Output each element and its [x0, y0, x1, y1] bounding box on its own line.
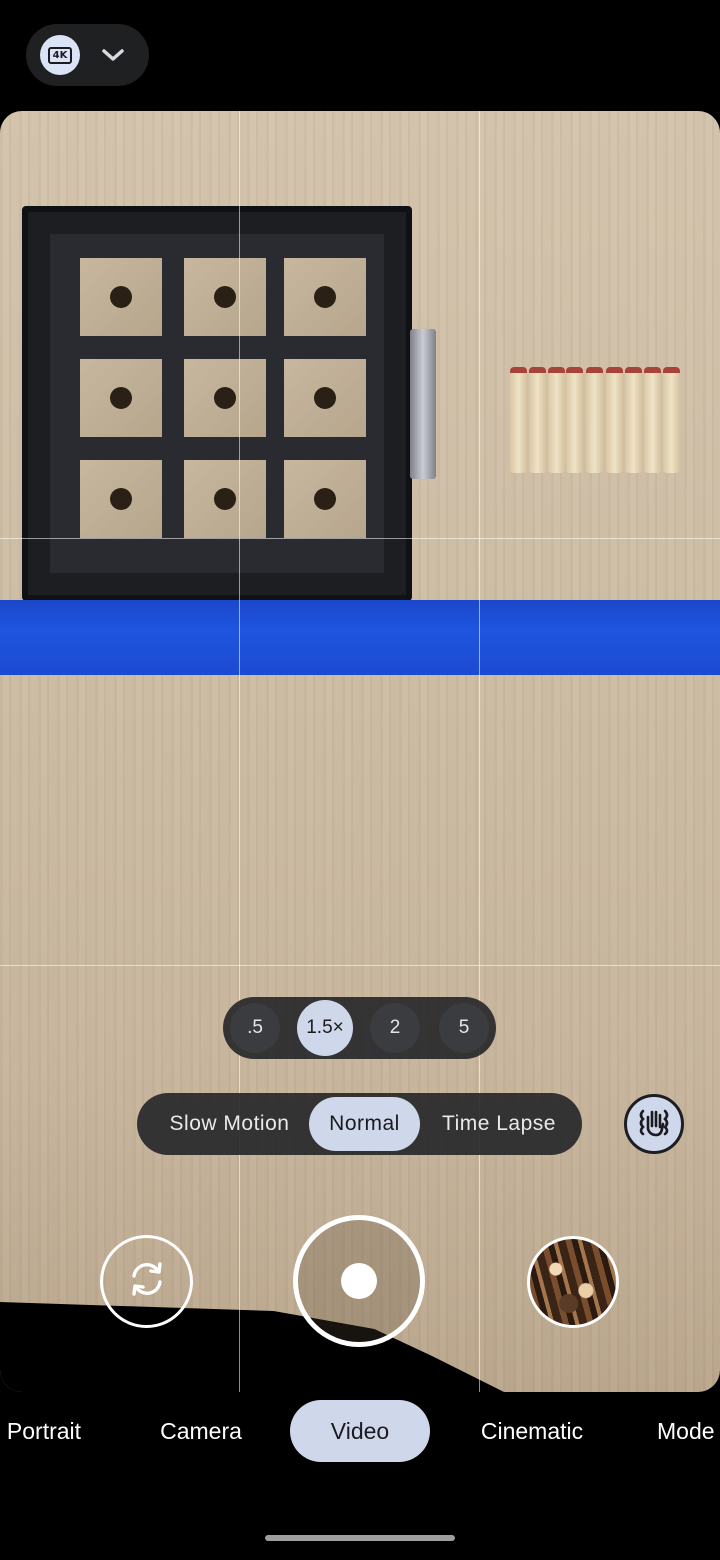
resolution-label: 4K	[47, 46, 73, 64]
speed-option-time-lapse[interactable]: Time Lapse	[423, 1097, 575, 1151]
grid-line	[239, 111, 240, 1392]
mode-carousel: Portrait Camera Video Cinematic Mode	[0, 1400, 720, 1464]
switch-camera-button[interactable]	[100, 1235, 193, 1328]
mode-camera[interactable]: Camera	[145, 1400, 257, 1462]
speed-option-slow-motion[interactable]: Slow Motion	[147, 1097, 312, 1151]
home-indicator[interactable]	[265, 1535, 455, 1541]
speed-selector: Slow Motion Normal Time Lapse	[137, 1093, 582, 1155]
grid-line	[479, 111, 480, 1392]
resolution-badge: 4K	[40, 35, 80, 75]
switch-camera-icon	[123, 1255, 171, 1308]
mode-more[interactable]: Mode	[657, 1400, 720, 1462]
zoom-option-0.5x[interactable]: .5	[230, 1003, 280, 1053]
zoom-option-1.5x[interactable]: 1.5×	[297, 1000, 353, 1056]
mode-cinematic[interactable]: Cinematic	[462, 1400, 602, 1462]
mode-video[interactable]: Video	[290, 1400, 430, 1462]
stabilization-button[interactable]	[624, 1094, 684, 1154]
gallery-thumbnail[interactable]	[527, 1236, 619, 1328]
record-icon	[341, 1263, 377, 1299]
grid-line	[0, 538, 720, 539]
pegboard-object	[22, 206, 412, 601]
metal-latch	[410, 329, 436, 479]
wooden-pegs	[508, 367, 684, 479]
mode-portrait[interactable]: Portrait	[0, 1400, 94, 1462]
record-button[interactable]	[293, 1215, 425, 1347]
grid-line	[0, 965, 720, 966]
blue-tape-strip	[0, 600, 720, 675]
zoom-option-2x[interactable]: 2	[370, 1003, 420, 1053]
zoom-selector: .5 1.5× 2 5	[223, 997, 496, 1059]
hand-shake-stabilization-icon	[634, 1102, 674, 1147]
zoom-option-5x[interactable]: 5	[439, 1003, 489, 1053]
camera-viewfinder[interactable]	[0, 111, 720, 1392]
chevron-down-icon	[98, 40, 128, 70]
resolution-selector[interactable]: 4K	[26, 24, 149, 86]
speed-option-normal[interactable]: Normal	[309, 1097, 420, 1151]
